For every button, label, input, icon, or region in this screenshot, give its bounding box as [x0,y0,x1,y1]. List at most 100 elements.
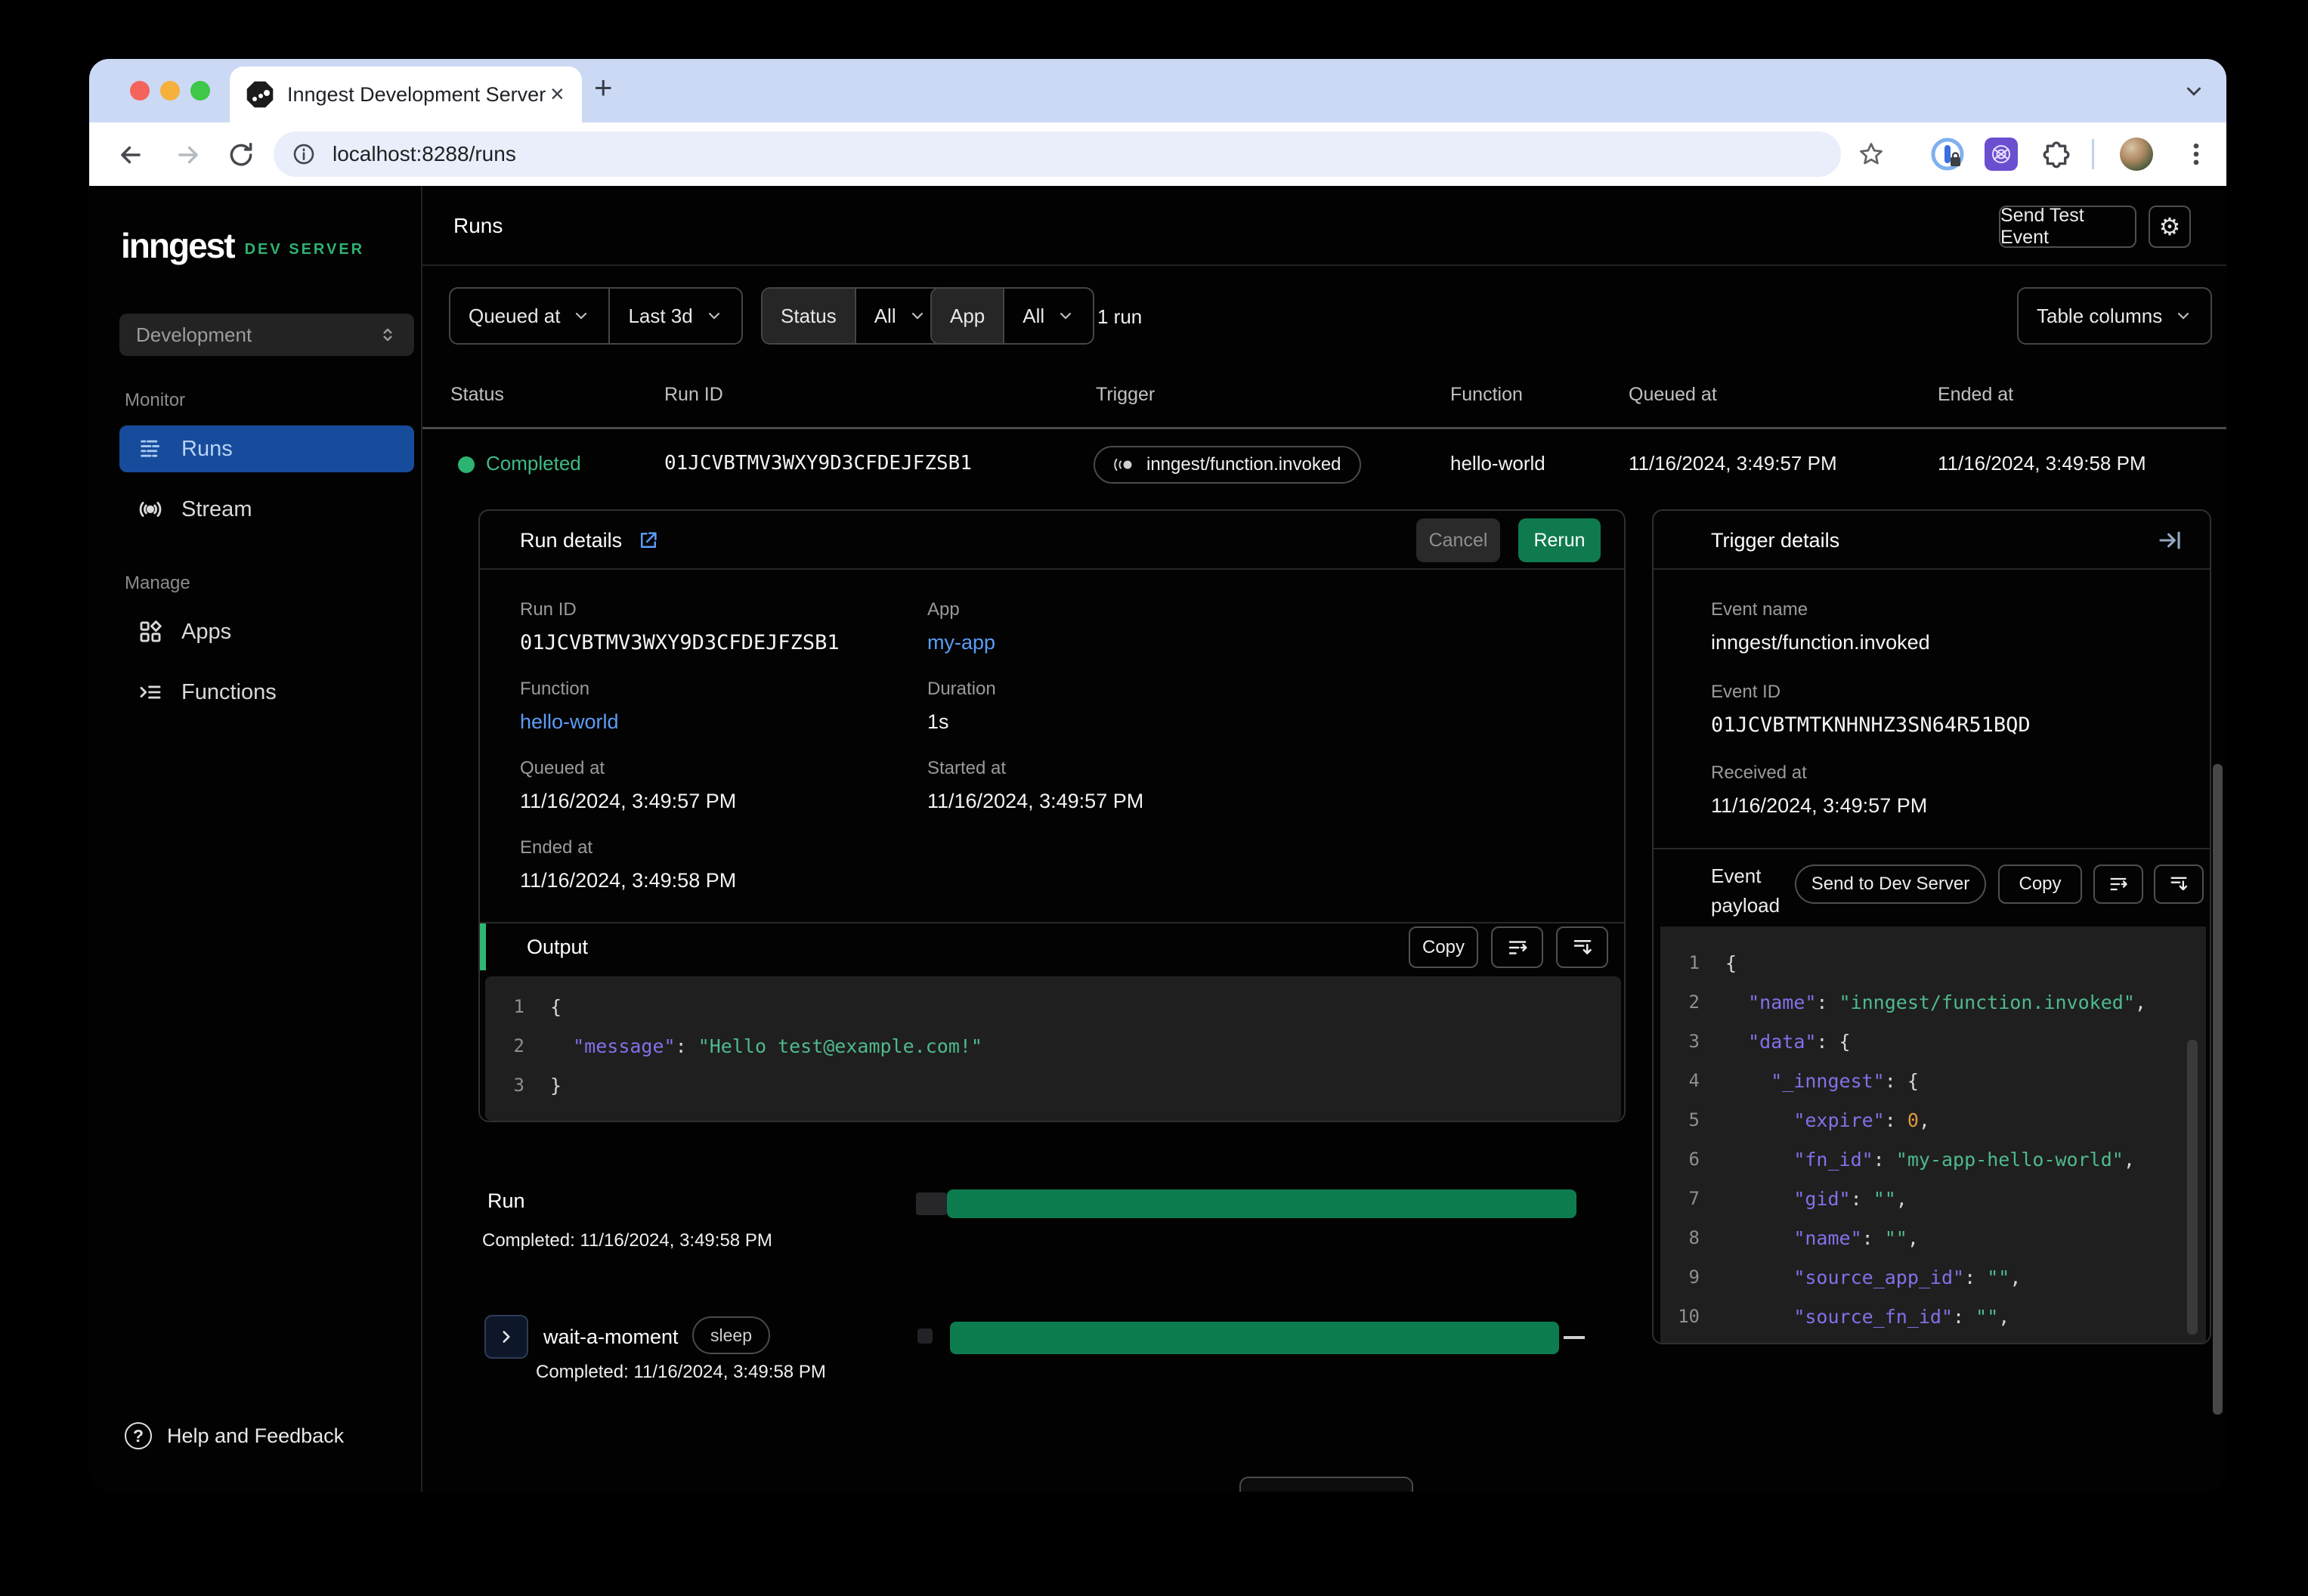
monitor-section-label: Monitor [125,390,186,410]
collapse-panel-icon[interactable] [2157,527,2183,553]
scroll-bottom-icon [1571,936,1594,959]
trigger-details-card: Trigger details Event name inngest/funct… [1652,509,2211,1344]
time-filter[interactable]: Queued at Last 3d [449,287,743,345]
browser-window: Inngest Development Server × + localhost… [89,59,2226,1492]
send-to-dev-server-button[interactable]: Send to Dev Server [1795,865,1986,904]
browser-menu-icon[interactable] [2181,139,2211,169]
sidebar-item-stream[interactable]: Stream [119,486,414,533]
output-scroll-bottom-button[interactable] [1556,926,1608,968]
tab-close-icon[interactable]: × [550,80,565,108]
help-icon: ? [125,1422,152,1449]
back-icon[interactable] [116,141,145,169]
reload-icon[interactable] [227,141,255,169]
wrap-lines-icon [2108,874,2129,895]
site-info-icon[interactable] [292,142,316,166]
macos-close-button[interactable] [130,81,150,101]
output-code[interactable]: 1{2 "message": "Hello test@example.com!"… [485,976,1621,1121]
col-trigger: Trigger [1096,384,1156,405]
run-completed-text: Completed: 11/16/2024, 3:49:58 PM [482,1230,772,1251]
sidebar-item-functions[interactable]: Functions [119,669,414,716]
step-pre-tick [917,1328,933,1344]
step-timeline-bar[interactable] [950,1322,1559,1354]
forward-icon[interactable] [174,141,203,169]
macos-zoom-button[interactable] [190,81,210,101]
stream-icon [138,496,163,522]
status-filter[interactable]: Status All [761,287,946,345]
function-link[interactable]: hello-world [520,710,619,734]
environment-select[interactable]: Development [119,314,414,356]
app-filter[interactable]: App All [930,287,1095,345]
payload-scrollbar[interactable] [2187,1040,2198,1335]
app-filter-value[interactable]: All [1004,289,1093,343]
row-status: Completed [486,452,581,475]
event-signal-icon [1113,455,1136,475]
gear-icon: ⚙ [2158,213,2181,240]
run-timeline-bar[interactable] [947,1189,1576,1218]
tab-search-chevron-icon[interactable] [2183,80,2205,103]
payload-copy-button[interactable]: Copy [1998,865,2082,904]
help-and-feedback[interactable]: ? Help and Feedback [125,1422,344,1449]
payload-scroll-bottom-button[interactable] [2154,865,2204,904]
clipped-bottom-button[interactable] [1239,1477,1413,1492]
table-columns-button[interactable]: Table columns [2017,287,2213,345]
row-function: hello-world [1450,452,1545,475]
field-started-at: Started at 11/16/2024, 3:49:57 PM [927,758,1144,812]
field-app: App my-app [927,599,996,654]
cancel-button[interactable]: Cancel [1416,518,1500,562]
chevron-down-icon [1060,312,1072,320]
tab-title: Inngest Development Server [287,83,546,106]
run-details-header: Run details Cancel Rerun [480,511,1624,570]
dev-server-badge: DEV SERVER [244,240,365,258]
settings-button[interactable]: ⚙ [2149,206,2191,248]
manage-section-label: Manage [125,573,190,593]
output-wrap-lines-button[interactable] [1491,926,1543,968]
profile-avatar[interactable] [2120,138,2153,171]
row-ended-at: 11/16/2024, 3:49:58 PM [1938,452,2146,475]
sidebar: inngest DEV SERVER Development Monitor R… [89,186,422,1492]
payload-wrap-lines-button[interactable] [2093,865,2143,904]
run-details-card: Run details Cancel Rerun Run ID 01JCVBTM… [478,509,1626,1122]
field-run-id: Run ID 01JCVBTMV3WXY9D3CFDEJFZSB1 [520,599,840,654]
step-post-tick [1564,1336,1585,1339]
address-bar[interactable]: localhost:8288/runs [274,131,1841,177]
output-accent-bar [480,923,486,970]
time-field-dropdown[interactable]: Queued at [450,289,608,343]
help-label: Help and Feedback [167,1424,345,1447]
inngest-favicon [246,81,274,108]
event-payload-code[interactable]: 1{2 "name": "inngest/function.invoked", 3… [1660,926,2206,1343]
field-ended-at: Ended at 11/16/2024, 3:49:58 PM [520,837,737,892]
bookmark-star-icon[interactable] [1858,141,1885,168]
trigger-details-header: Trigger details [1654,511,2210,570]
sidebar-item-apps[interactable]: Apps [119,608,414,655]
app-link[interactable]: my-app [927,631,995,654]
run-details-title: Run details [520,529,623,552]
step-expand-button[interactable] [484,1315,528,1359]
external-link-icon[interactable] [637,529,660,552]
new-tab-icon[interactable]: + [594,70,613,106]
macos-minimize-button[interactable] [160,81,180,101]
filter-bar: Queued at Last 3d Status All App All 1 r… [422,266,2226,355]
col-run-id: Run ID [664,384,723,405]
time-range-dropdown[interactable]: Last 3d [610,289,741,343]
sidebar-item-label: Apps [181,619,232,644]
trigger-badge[interactable]: inngest/function.invoked [1094,446,1361,484]
purple-extension-icon[interactable] [1985,138,2018,171]
col-status: Status [450,384,504,405]
page-title: Runs [453,214,503,237]
browser-tab[interactable]: Inngest Development Server × [230,66,582,122]
output-title: Output [527,936,589,958]
output-copy-button[interactable]: Copy [1409,926,1478,968]
extensions-puzzle-icon[interactable] [2041,139,2071,169]
wrap-lines-icon [1506,936,1529,959]
inngest-logo: inngest [121,226,236,265]
browser-tab-strip: Inngest Development Server × + [89,59,2226,122]
step-name: wait-a-moment [543,1325,679,1348]
chevron-down-icon [708,312,719,320]
sidebar-item-runs[interactable]: Runs [119,425,414,472]
page-scrollbar[interactable] [2213,764,2223,1415]
onepassword-extension-icon[interactable] [1931,138,1964,171]
rerun-button[interactable]: Rerun [1518,518,1601,562]
col-queued-at: Queued at [1629,384,1717,405]
table-row[interactable]: Completed 01JCVBTMV3WXY9D3CFDEJFZSB1 inn… [422,429,2226,500]
send-test-event-button[interactable]: Send Test Event [1999,205,2136,248]
